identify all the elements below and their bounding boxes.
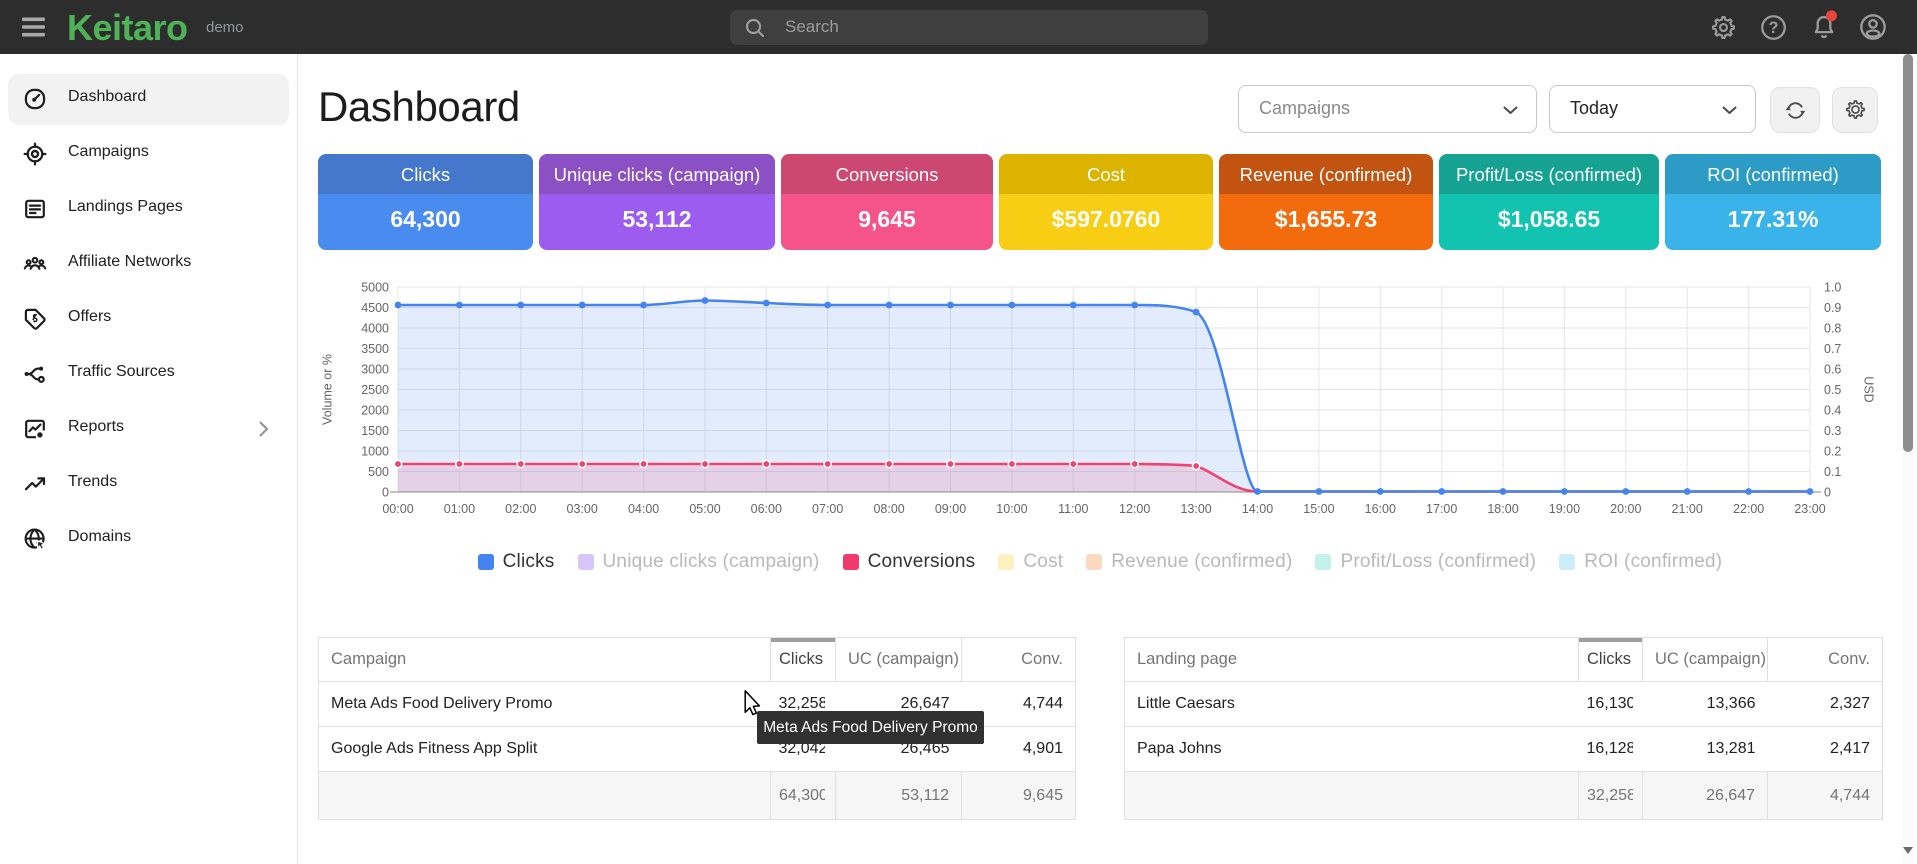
- svg-text:11:00: 11:00: [1058, 502, 1088, 516]
- svg-text:1500: 1500: [361, 424, 389, 438]
- svg-text:0.1: 0.1: [1824, 465, 1841, 479]
- svg-text:13:00: 13:00: [1180, 502, 1211, 516]
- svg-text:02:00: 02:00: [505, 502, 536, 516]
- svg-text:18:00: 18:00: [1487, 502, 1518, 516]
- svg-text:23:00: 23:00: [1794, 502, 1825, 516]
- svg-text:?: ?: [1769, 19, 1779, 37]
- svg-text:0: 0: [1824, 486, 1831, 500]
- svg-text:05:00: 05:00: [689, 502, 720, 516]
- svg-text:1000: 1000: [361, 445, 389, 459]
- svg-text:22:00: 22:00: [1733, 502, 1764, 516]
- svg-text:0.3: 0.3: [1824, 424, 1841, 438]
- svg-text:00:00: 00:00: [382, 502, 413, 516]
- svg-text:08:00: 08:00: [873, 502, 904, 516]
- svg-text:0.7: 0.7: [1824, 342, 1841, 356]
- svg-text:15:00: 15:00: [1303, 502, 1334, 516]
- svg-text:0.4: 0.4: [1824, 404, 1841, 418]
- svg-text:4000: 4000: [361, 322, 389, 336]
- svg-text:10:00: 10:00: [996, 502, 1027, 516]
- svg-text:2000: 2000: [361, 404, 389, 418]
- svg-text:06:00: 06:00: [751, 502, 782, 516]
- svg-text:0: 0: [382, 486, 389, 500]
- svg-text:21:00: 21:00: [1672, 502, 1703, 516]
- svg-text:20:00: 20:00: [1610, 502, 1641, 516]
- svg-text:16:00: 16:00: [1365, 502, 1396, 516]
- svg-text:01:00: 01:00: [444, 502, 475, 516]
- svg-text:2500: 2500: [361, 383, 389, 397]
- svg-text:0.5: 0.5: [1824, 383, 1841, 397]
- svg-text:3000: 3000: [361, 363, 389, 377]
- svg-text:0.6: 0.6: [1824, 363, 1841, 377]
- svg-text:14:00: 14:00: [1242, 502, 1273, 516]
- svg-text:03:00: 03:00: [567, 502, 598, 516]
- svg-text:0.9: 0.9: [1824, 301, 1841, 315]
- svg-text:4500: 4500: [361, 301, 389, 315]
- svg-text:3500: 3500: [361, 342, 389, 356]
- svg-text:USD: USD: [1862, 376, 1876, 402]
- svg-text:17:00: 17:00: [1426, 502, 1457, 516]
- svg-text:09:00: 09:00: [935, 502, 966, 516]
- svg-text:04:00: 04:00: [628, 502, 659, 516]
- svg-text:19:00: 19:00: [1549, 502, 1580, 516]
- svg-text:500: 500: [368, 465, 389, 479]
- svg-text:0.2: 0.2: [1824, 445, 1841, 459]
- svg-text:0.8: 0.8: [1824, 322, 1841, 336]
- svg-text:12:00: 12:00: [1119, 502, 1150, 516]
- svg-text:1.0: 1.0: [1824, 281, 1841, 295]
- svg-text:5000: 5000: [361, 281, 389, 295]
- svg-text:Volume or %: Volume or %: [321, 354, 335, 425]
- svg-text:07:00: 07:00: [812, 502, 843, 516]
